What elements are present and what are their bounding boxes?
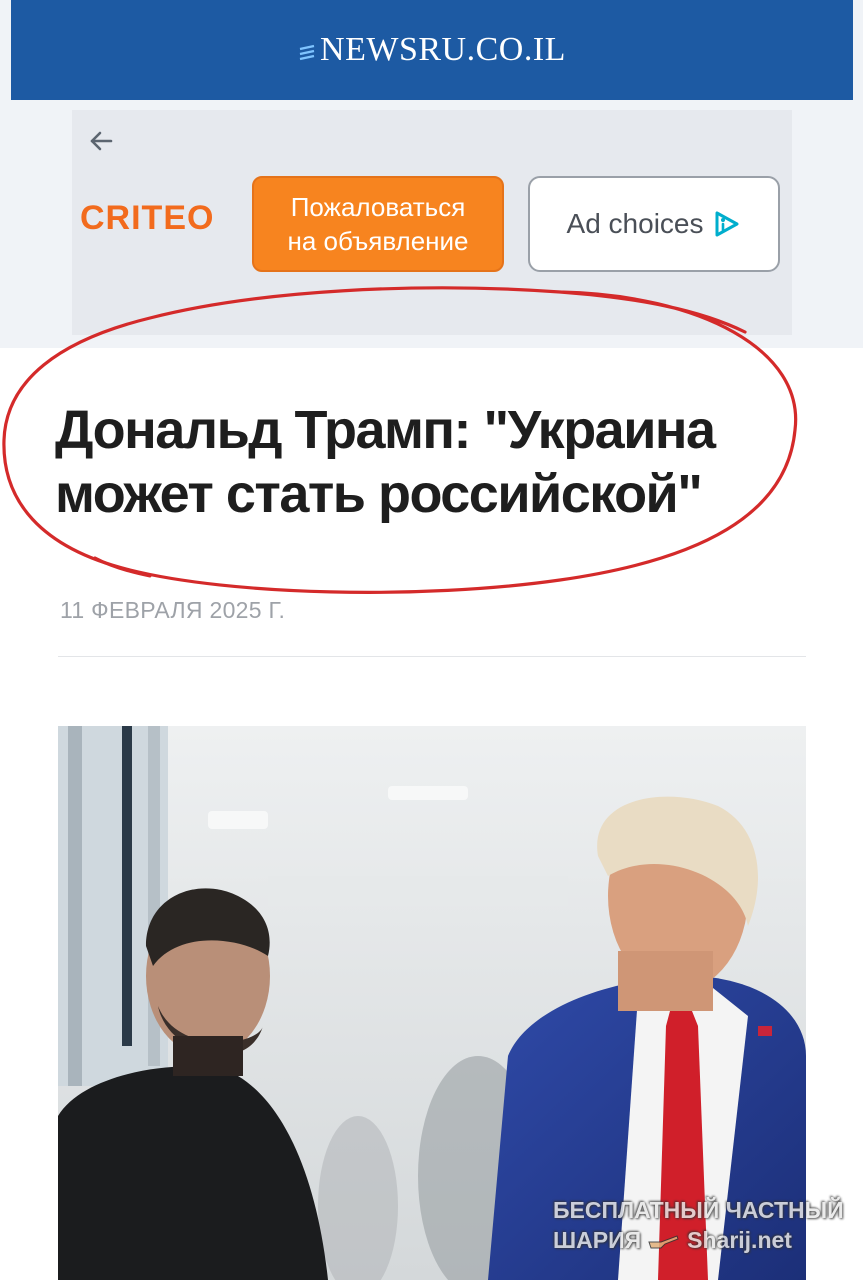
site-header: NEWSRU.CO.IL: [11, 0, 853, 100]
criteo-logo[interactable]: CRITEO: [80, 199, 214, 238]
article-title-line2: может стать российской": [55, 464, 703, 524]
arrow-left-icon[interactable]: [86, 126, 116, 156]
report-ad-button[interactable]: Пожаловаться на объявление: [252, 176, 504, 272]
ad-choices-button[interactable]: Ad choices: [528, 176, 780, 272]
adchoices-icon: [715, 211, 739, 237]
site-logo[interactable]: NEWSRU.CO.IL: [298, 31, 566, 69]
logo-text: NEWSRU.CO.IL: [320, 31, 566, 68]
article-title: Дональд Трамп: "Украина может стать росс…: [55, 398, 815, 526]
report-ad-line1: Пожаловаться: [290, 192, 466, 222]
report-ad-line2: на объявление: [287, 226, 469, 256]
watermark-line2b: Sharij.net: [687, 1227, 792, 1253]
ad-choices-label: Ad choices: [566, 208, 704, 239]
watermark-line2: ШАРИЯ Sharij.net: [553, 1225, 853, 1255]
page: NEWSRU.CO.IL CRITEO Пожаловаться на объя…: [0, 0, 863, 1280]
article-date: 11 ФЕВРАЛЯ 2025 Г.: [60, 597, 286, 623]
divider: [58, 656, 806, 657]
article-title-line1: Дональд Трамп: "Украина: [55, 400, 716, 460]
watermark: БЕСПЛАТНЫЙ ЧАСТНЫЙ ШАРИЯ Sharij.net: [553, 1195, 853, 1255]
watermark-line2a: ШАРИЯ: [553, 1227, 642, 1253]
watermark-line1: БЕСПЛАТНЫЙ ЧАСТНЫЙ: [553, 1197, 844, 1223]
pointing-hand-icon: [648, 1235, 679, 1249]
logo-lines-icon: [299, 44, 315, 61]
